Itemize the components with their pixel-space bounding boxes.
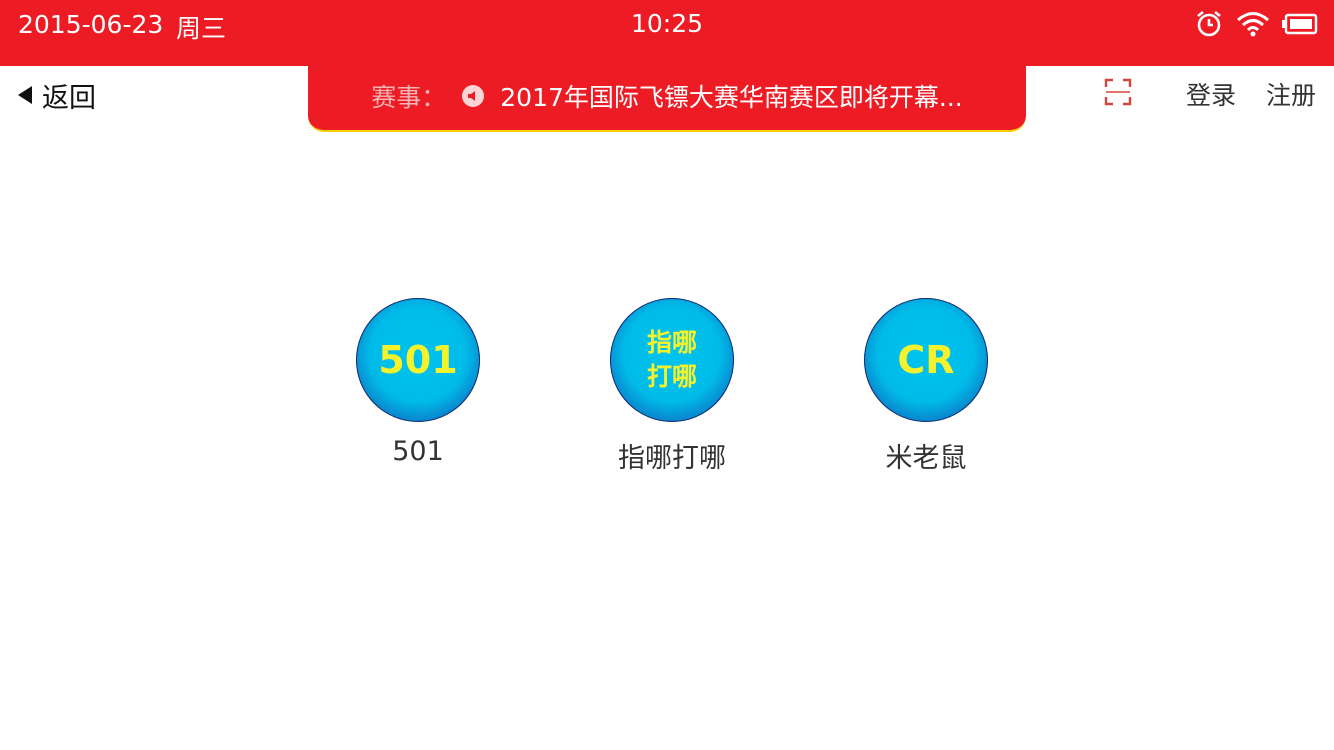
game-point-and-hit-label: 指哪打哪 <box>618 443 726 474</box>
login-button[interactable]: 登录 <box>1186 76 1236 112</box>
game-501-label: 501 <box>392 436 444 467</box>
status-time: 10:25 <box>630 9 704 38</box>
game-point-and-hit-icon: 指哪 打哪 <box>610 298 734 422</box>
event-ticker[interactable]: 赛事： 2017年国际飞镖大赛华南赛区即将开幕... <box>308 62 1026 132</box>
status-icons <box>1194 9 1318 39</box>
game-501-icon: 501 <box>356 298 480 422</box>
wifi-icon <box>1237 12 1269 37</box>
ticker-label: 赛事： <box>371 83 447 112</box>
game-501[interactable]: 501 501 <box>338 298 498 467</box>
game-cricket-label: 米老鼠 <box>885 443 967 474</box>
register-button[interactable]: 注册 <box>1266 76 1316 112</box>
battery-icon <box>1282 13 1318 35</box>
alarm-icon <box>1197 10 1221 37</box>
game-cricket[interactable]: CR 米老鼠 <box>846 298 1006 475</box>
status-bar: 2015-06-23 周三 10:25 <box>0 0 1334 66</box>
speaker-icon <box>462 85 485 107</box>
back-arrow-icon <box>18 86 32 104</box>
back-button[interactable]: 返回 <box>18 76 96 114</box>
game-cricket-icon: CR <box>864 298 988 422</box>
back-label: 返回 <box>42 82 96 114</box>
ticker-text: 2017年国际飞镖大赛华南赛区即将开幕... <box>500 83 963 112</box>
scan-icon[interactable] <box>1104 78 1132 106</box>
game-point-and-hit[interactable]: 指哪 打哪 指哪打哪 <box>592 298 752 475</box>
